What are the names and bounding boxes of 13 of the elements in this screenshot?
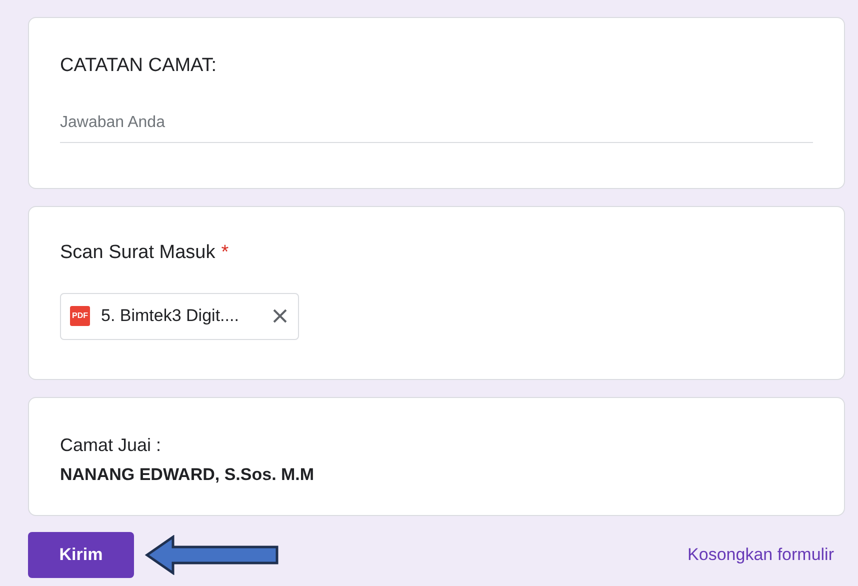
pdf-icon: PDF: [70, 306, 90, 326]
question-title: CATATAN CAMAT:: [60, 54, 218, 78]
arrow-icon: [145, 535, 280, 575]
file-name: 5. Bimtek3 Digit....: [101, 305, 239, 328]
description-text: NANANG EDWARD, S.Sos. M.M: [60, 464, 316, 486]
clear-form-link[interactable]: Kosongkan formulir: [688, 542, 834, 568]
required-mark: *: [221, 241, 229, 265]
submit-button[interactable]: Kirim: [28, 532, 134, 578]
answer-field[interactable]: Jawaban Anda: [60, 110, 813, 142]
file-chip[interactable]: PDF 5. Bimtek3 Digit....: [60, 292, 299, 340]
question-title: Scan Surat Masuk: [60, 241, 216, 265]
close-icon[interactable]: [272, 308, 288, 324]
question-title: Camat Juai :: [60, 434, 162, 457]
